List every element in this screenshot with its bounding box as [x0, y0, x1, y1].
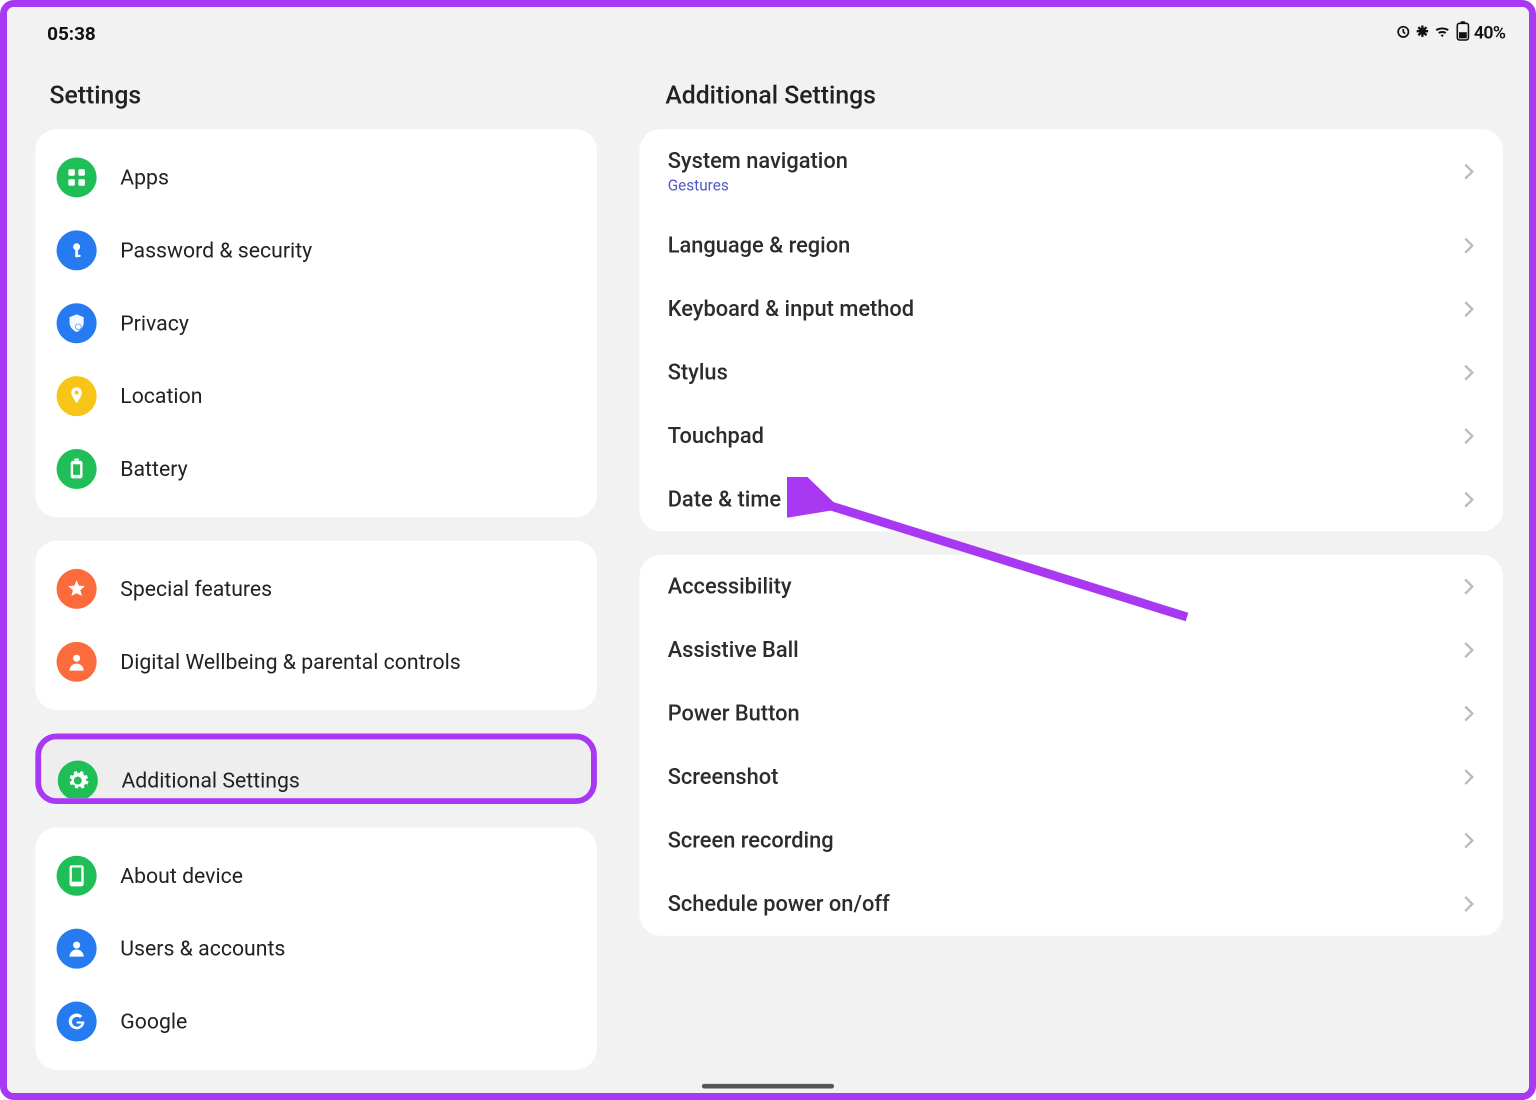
- status-bar: 05:38 ⁕ 40%: [7, 7, 1529, 47]
- sidebar-group-1: Apps Password & security Privacy: [35, 129, 597, 517]
- detail-panel: Additional Settings System navigation Ge…: [618, 47, 1529, 1093]
- shield-icon: [57, 303, 97, 343]
- sidebar-item-label: Digital Wellbeing & parental controls: [120, 649, 461, 674]
- chevron-right-icon: [1463, 427, 1475, 446]
- settings-sidebar: Settings Apps Password & security: [7, 47, 618, 1093]
- device-icon: [57, 856, 97, 896]
- row-touchpad[interactable]: Touchpad: [639, 404, 1503, 467]
- row-label: Screenshot: [668, 764, 779, 790]
- sidebar-item-digital-wellbeing[interactable]: Digital Wellbeing & parental controls: [35, 625, 597, 698]
- row-label: Date & time: [668, 487, 781, 513]
- row-label: Assistive Ball: [668, 637, 799, 663]
- row-sublabel: Gestures: [668, 177, 848, 195]
- battery-percent: 40%: [1474, 22, 1506, 43]
- status-icons: ⁕ 40%: [1394, 21, 1505, 46]
- sidebar-item-label: Additional Settings: [121, 768, 299, 793]
- sidebar-item-label: Location: [120, 384, 202, 409]
- sidebar-item-additional-settings[interactable]: Additional Settings: [41, 739, 591, 804]
- row-accessibility[interactable]: Accessibility: [639, 555, 1503, 618]
- row-date-time[interactable]: Date & time: [639, 468, 1503, 531]
- sidebar-item-label: Apps: [120, 165, 169, 190]
- chevron-right-icon: [1463, 577, 1475, 596]
- sidebar-item-apps[interactable]: Apps: [35, 141, 597, 214]
- battery-icon: [1456, 21, 1470, 46]
- row-label: Power Button: [668, 701, 800, 727]
- sidebar-group-3: About device Users & accounts Google: [35, 828, 597, 1070]
- chevron-right-icon: [1463, 641, 1475, 660]
- row-label: Touchpad: [668, 423, 764, 449]
- sidebar-item-label: Password & security: [120, 238, 312, 263]
- sidebar-item-battery[interactable]: Battery: [35, 433, 597, 506]
- row-assistive-ball[interactable]: Assistive Ball: [639, 618, 1503, 681]
- sidebar-item-label: About device: [120, 863, 243, 888]
- row-schedule-power[interactable]: Schedule power on/off: [639, 872, 1503, 935]
- gear-icon: [58, 761, 98, 801]
- sidebar-item-about-device[interactable]: About device: [35, 839, 597, 912]
- sidebar-group-2: Special features Digital Wellbeing & par…: [35, 541, 597, 710]
- chevron-right-icon: [1463, 236, 1475, 255]
- row-screenshot[interactable]: Screenshot: [639, 745, 1503, 808]
- key-icon: [57, 230, 97, 270]
- chevron-right-icon: [1463, 895, 1475, 914]
- row-keyboard-input[interactable]: Keyboard & input method: [639, 277, 1503, 340]
- sidebar-item-privacy[interactable]: Privacy: [35, 287, 597, 360]
- apps-icon: [57, 157, 97, 197]
- row-language-region[interactable]: Language & region: [639, 214, 1503, 277]
- row-stylus[interactable]: Stylus: [639, 341, 1503, 404]
- row-label: Accessibility: [668, 574, 792, 600]
- sidebar-item-special-features[interactable]: Special features: [35, 552, 597, 625]
- sidebar-item-password-security[interactable]: Password & security: [35, 214, 597, 287]
- sidebar-item-label: Battery: [120, 457, 187, 482]
- row-label: Schedule power on/off: [668, 891, 890, 917]
- row-label: System navigation: [668, 148, 848, 174]
- row-power-button[interactable]: Power Button: [639, 682, 1503, 745]
- chevron-right-icon: [1463, 831, 1475, 850]
- detail-group-2: Accessibility Assistive Ball Power Butto…: [639, 555, 1503, 936]
- sidebar-item-label: Special features: [120, 577, 272, 602]
- wifi-icon: [1433, 22, 1453, 43]
- sidebar-item-google[interactable]: Google: [35, 985, 597, 1058]
- sidebar-item-label: Privacy: [120, 311, 189, 336]
- chevron-right-icon: [1463, 300, 1475, 319]
- google-icon: [57, 1002, 97, 1042]
- chevron-right-icon: [1463, 363, 1475, 382]
- chevron-right-icon: [1463, 704, 1475, 723]
- location-icon: [57, 376, 97, 416]
- status-time: 05:38: [47, 22, 96, 44]
- home-indicator[interactable]: [702, 1084, 834, 1089]
- row-label: Screen recording: [668, 828, 834, 854]
- chevron-right-icon: [1463, 162, 1475, 181]
- sidebar-title: Settings: [7, 47, 597, 129]
- sidebar-item-users-accounts[interactable]: Users & accounts: [35, 912, 597, 985]
- row-screen-recording[interactable]: Screen recording: [639, 809, 1503, 872]
- row-label: Keyboard & input method: [668, 296, 914, 322]
- alarm-icon: [1394, 22, 1412, 44]
- sidebar-item-additional-settings-highlight: Additional Settings: [35, 734, 597, 805]
- person-icon: [57, 929, 97, 969]
- heart-person-icon: [57, 642, 97, 682]
- sidebar-item-label: Users & accounts: [120, 936, 285, 961]
- row-system-navigation[interactable]: System navigation Gestures: [639, 129, 1503, 214]
- chevron-right-icon: [1463, 768, 1475, 787]
- battery-menu-icon: [57, 449, 97, 489]
- star-icon: [57, 569, 97, 609]
- sidebar-item-location[interactable]: Location: [35, 360, 597, 433]
- detail-group-1: System navigation Gestures Language & re…: [639, 129, 1503, 531]
- detail-title: Additional Settings: [639, 47, 1503, 129]
- chevron-right-icon: [1463, 490, 1475, 509]
- row-label: Stylus: [668, 360, 728, 386]
- bluetooth-icon: ⁕: [1414, 21, 1430, 45]
- row-label: Language & region: [668, 233, 851, 259]
- sidebar-item-label: Google: [120, 1009, 187, 1034]
